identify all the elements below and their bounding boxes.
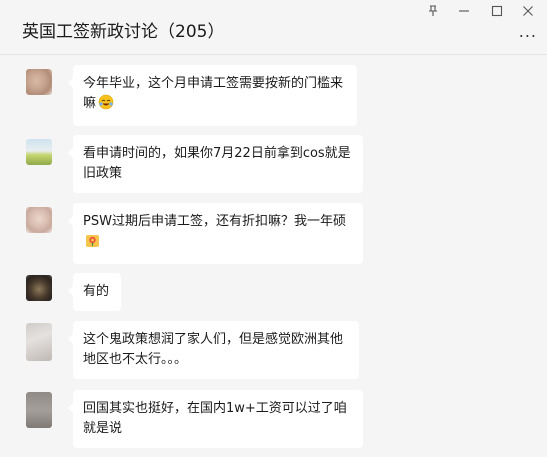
more-icon[interactable]: ... — [519, 24, 537, 40]
avatar[interactable] — [26, 392, 52, 428]
chat-title: 英国工签新政讨论（205） — [22, 22, 225, 42]
minimize-icon[interactable] — [453, 2, 475, 20]
message-bubble: 今年毕业，这个月申请工签需要按新的门槛来嘛 — [68, 65, 357, 126]
message-text: 有的 — [83, 284, 110, 299]
message-bubble: 这个鬼政策想润了家人们，但是感觉欧洲其他地区也不太行。。。 — [68, 321, 359, 379]
avatar[interactable] — [26, 275, 52, 301]
pin-icon[interactable] — [422, 2, 444, 20]
title-bar: 英国工签新政讨论（205） ... — [0, 0, 547, 55]
avatar[interactable] — [26, 139, 52, 165]
message-bubble: 看申请时间的，如果你7月22日前拿到cos就是旧政策 — [68, 135, 363, 193]
message-text: 今年毕业，这个月申请工签需要按新的门槛来嘛 — [83, 76, 344, 111]
message-text: PSW过期后申请工签，还有折扣嘛？我一年硕 — [83, 214, 346, 229]
maximize-icon[interactable] — [486, 2, 508, 20]
message-bubble: PSW过期后申请工签，还有折扣嘛？我一年硕 — [68, 203, 363, 264]
crying-laughing-emoji-icon — [98, 94, 114, 117]
avatar[interactable] — [26, 69, 52, 95]
flower-emoji-icon — [85, 233, 100, 255]
message-text: 看申请时间的，如果你7月22日前拿到cos就是旧政策 — [83, 146, 351, 181]
message-text: 这个鬼政策想润了家人们，但是感觉欧洲其他地区也不太行。。。 — [83, 332, 344, 367]
message-bubble: 回国其实也挺好，在国内1w+工资可以过了咱就是说 — [68, 390, 363, 448]
message-text: 回国其实也挺好，在国内1w+工资可以过了咱就是说 — [83, 401, 347, 436]
avatar[interactable] — [26, 323, 52, 361]
message-list[interactable]: 今年毕业，这个月申请工签需要按新的门槛来嘛 看申请时间的，如果你7月22日前拿到… — [0, 55, 547, 457]
message-bubble: 有的 — [68, 273, 121, 311]
close-icon[interactable] — [517, 2, 539, 20]
avatar[interactable] — [26, 207, 52, 233]
